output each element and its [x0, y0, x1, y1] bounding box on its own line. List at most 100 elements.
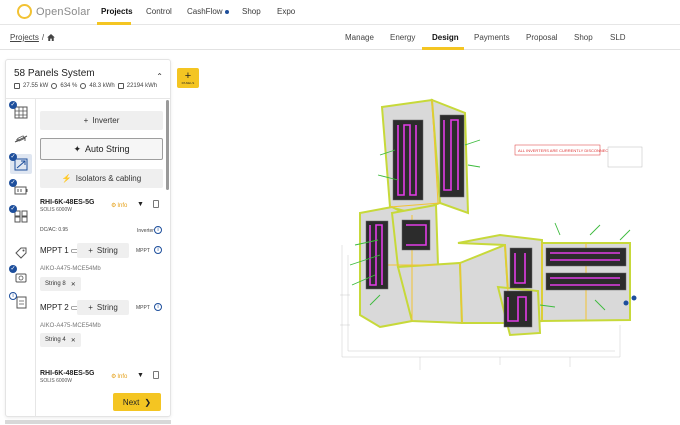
mppt-title: MPPT 2 ▭: [40, 303, 78, 312]
check-icon: ✓: [9, 153, 17, 161]
add-string-button[interactable]: + String: [77, 300, 129, 315]
nav-cashflow[interactable]: CashFlow: [187, 7, 229, 16]
info-icon[interactable]: i: [154, 303, 162, 311]
breadcrumb-projects-link[interactable]: Projects: [10, 33, 39, 42]
project-tab-bar: Projects / Manage Energy Design Payments…: [0, 25, 680, 50]
nav-projects[interactable]: Projects: [101, 7, 133, 16]
check-icon: ✓: [9, 205, 17, 213]
tab-shop[interactable]: Shop: [574, 33, 593, 42]
inverter-card: RHI-6K-48ES-5G SOLIS 6000W ⚙ Info ▼: [40, 370, 164, 384]
auto-string-label: Auto String: [85, 144, 130, 154]
lightning-icon: ⚡: [61, 174, 72, 183]
system-stats: 27.55 kW 634 % 48.3 kWh 22194 kWh: [14, 83, 157, 89]
string-chip[interactable]: String 8 ✕: [40, 277, 81, 291]
isolators-cabling-label: Isolators & cabling: [75, 174, 142, 183]
rail-pricing-button[interactable]: [10, 242, 32, 262]
tab-sld[interactable]: SLD: [610, 33, 626, 42]
selection-handle-icon[interactable]: [623, 300, 629, 306]
plus-icon: +: [88, 246, 93, 255]
sun-logo-icon: [17, 4, 32, 19]
rail-mounting-button[interactable]: [10, 128, 32, 148]
breadcrumb-separator: /: [41, 33, 45, 42]
gear-icon: ⚙: [111, 203, 117, 209]
top-navigation: OpenSolar Projects Control CashFlow Shop…: [0, 0, 680, 25]
selection-handle-icon[interactable]: [631, 295, 637, 301]
inverter-maker: SOLIS 6000W: [40, 207, 72, 213]
nav-control[interactable]: Control: [146, 7, 172, 16]
inverter-name: RHI-6K-48ES-5G: [40, 370, 95, 377]
plus-icon: +: [83, 116, 89, 125]
caret-down-icon[interactable]: ▼: [137, 201, 144, 208]
logo-text: OpenSolar: [36, 5, 91, 18]
info-label: Info: [117, 202, 128, 209]
plus-icon: +: [88, 303, 93, 312]
opensolar-logo[interactable]: OpenSolar: [17, 4, 90, 19]
mounting-icon: [14, 134, 28, 142]
dc-ac-ratio: DC/AC: 0.95: [40, 227, 69, 233]
add-string-label: String: [96, 246, 118, 255]
horizontal-scrollbar[interactable]: [5, 420, 171, 424]
vertical-scrollbar[interactable]: [166, 100, 169, 190]
info-icon[interactable]: i: [154, 226, 162, 234]
chevron-right-icon: ❯: [144, 397, 152, 407]
check-icon: ✓: [9, 101, 17, 109]
energy-icon: [117, 83, 124, 89]
inverter-card: RHI-6K-48ES-5G SOLIS 6000W ⚙ Info ▼: [40, 199, 164, 213]
check-icon: ✓: [9, 179, 17, 187]
notification-dot-icon: [224, 9, 229, 14]
module-name: AIKO-A475-MCE54Mb: [40, 266, 101, 272]
add-inverter-label: Inverter: [92, 116, 120, 125]
inverter-info-link[interactable]: ⚙ Info: [111, 373, 127, 381]
chevron-up-icon[interactable]: ⌃: [156, 72, 163, 81]
tab-proposal[interactable]: Proposal: [526, 33, 558, 42]
production-icon: [80, 83, 87, 89]
stat-production-1: 48.3 kWh: [89, 83, 115, 89]
string-chip-label: String 4: [45, 337, 66, 343]
nav-cashflow-label: CashFlow: [187, 7, 223, 16]
trash-icon[interactable]: [153, 371, 159, 379]
breadcrumb: Projects /: [10, 33, 56, 42]
magic-wand-icon: ✦: [73, 143, 81, 154]
home-icon[interactable]: [47, 34, 56, 41]
module-name: AIKO-A475-MCE54Mb: [40, 323, 101, 329]
check-icon: ✓: [9, 265, 17, 273]
nav-expo[interactable]: Expo: [277, 7, 295, 16]
plus-icon: +: [184, 70, 192, 82]
add-inverter-button[interactable]: + Inverter: [40, 111, 163, 130]
close-icon[interactable]: ✕: [71, 337, 76, 344]
mppt-label: MPPT: [136, 248, 150, 254]
price-tag-icon: [15, 247, 27, 259]
tab-active-indicator: [422, 47, 464, 50]
mppt-title-label: MPPT 1: [40, 246, 69, 255]
tab-energy[interactable]: Energy: [390, 33, 415, 42]
close-icon[interactable]: ✕: [71, 281, 76, 288]
string-chip[interactable]: String 4 ✕: [40, 333, 81, 347]
add-string-button[interactable]: + String: [77, 243, 129, 258]
nav-shop[interactable]: Shop: [242, 7, 261, 16]
next-button[interactable]: Next ❯: [113, 393, 161, 411]
roof-design-canvas[interactable]: ALL INVERTERS ARE CURRENTLY DISCONNECTED: [320, 95, 650, 375]
tab-design[interactable]: Design: [432, 33, 459, 42]
inverter-name: RHI-6K-48ES-5G: [40, 199, 95, 206]
isolators-cabling-button[interactable]: ⚡ Isolators & cabling: [40, 169, 163, 188]
tool-rail: ✓ ✓ ✓ ✓ ✓ i: [6, 99, 36, 417]
panels-button-label: PANELS: [181, 81, 195, 85]
stat-size: 27.55 kW: [23, 83, 49, 89]
gear-icon: ⚙: [111, 374, 117, 380]
add-panels-button[interactable]: + PANELS: [177, 68, 199, 88]
trash-icon[interactable]: [153, 200, 159, 208]
info-icon: i: [9, 292, 17, 300]
caret-down-icon[interactable]: ▼: [137, 372, 144, 379]
next-label: Next: [122, 397, 140, 407]
offset-icon: [51, 83, 58, 89]
legend-box: [607, 146, 643, 168]
system-panel: 58 Panels System 27.55 kW 634 % 48.3 kWh…: [5, 59, 171, 417]
inverter-info-link[interactable]: ⚙ Info: [111, 202, 128, 210]
inverter-label: Inverter: [137, 228, 154, 234]
warning-label-text: ALL INVERTERS ARE CURRENTLY DISCONNECTED: [518, 148, 616, 153]
info-icon[interactable]: i: [154, 246, 162, 254]
auto-string-button[interactable]: ✦ Auto String: [40, 138, 163, 160]
tab-manage[interactable]: Manage: [345, 33, 374, 42]
tab-payments[interactable]: Payments: [474, 33, 510, 42]
stat-offset: 634 %: [60, 83, 78, 89]
